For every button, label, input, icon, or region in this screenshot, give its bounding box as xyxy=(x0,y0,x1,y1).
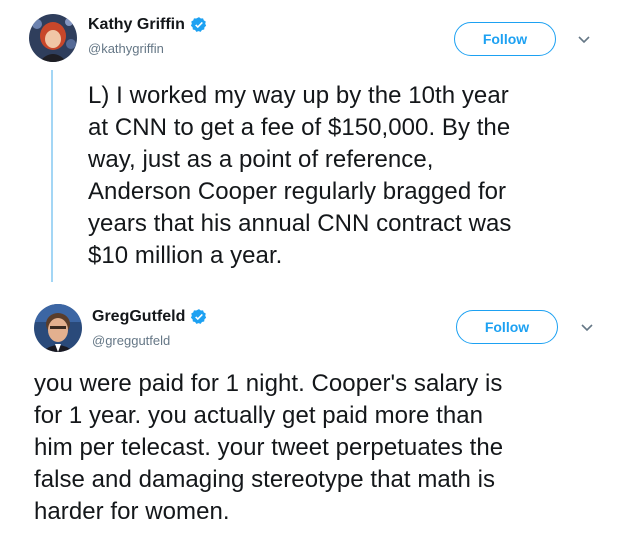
chevron-down-icon[interactable] xyxy=(580,323,594,333)
avatar-image xyxy=(34,304,82,352)
verified-badge-icon xyxy=(190,17,207,32)
chevron-down-icon[interactable] xyxy=(577,35,591,45)
tweet-kathy-griffin: Kathy Griffin @kathygriffin Follow L) I … xyxy=(0,0,629,290)
follow-button[interactable]: Follow xyxy=(456,310,558,344)
avatar-image xyxy=(29,14,77,62)
tweet-text: you were paid for 1 night. Cooper's sala… xyxy=(34,370,504,525)
tweet-greg-gutfeld: GregGutfeld @greggutfeld Follow you were… xyxy=(0,290,629,541)
thread-connector-line xyxy=(51,70,53,282)
verified-badge-icon xyxy=(191,309,207,324)
avatar[interactable] xyxy=(29,14,77,62)
handle[interactable]: @greggutfeld xyxy=(92,333,170,348)
avatar[interactable] xyxy=(34,304,82,352)
display-name[interactable]: Kathy Griffin xyxy=(88,16,185,34)
tweet-text: L) I worked my way up by the 10th year a… xyxy=(88,82,512,269)
author-name-row: Kathy Griffin xyxy=(88,16,208,34)
display-name[interactable]: GregGutfeld xyxy=(92,308,185,326)
handle[interactable]: @kathygriffin xyxy=(88,41,164,56)
author-name-row: GregGutfeld xyxy=(92,308,208,326)
follow-button[interactable]: Follow xyxy=(454,22,556,56)
